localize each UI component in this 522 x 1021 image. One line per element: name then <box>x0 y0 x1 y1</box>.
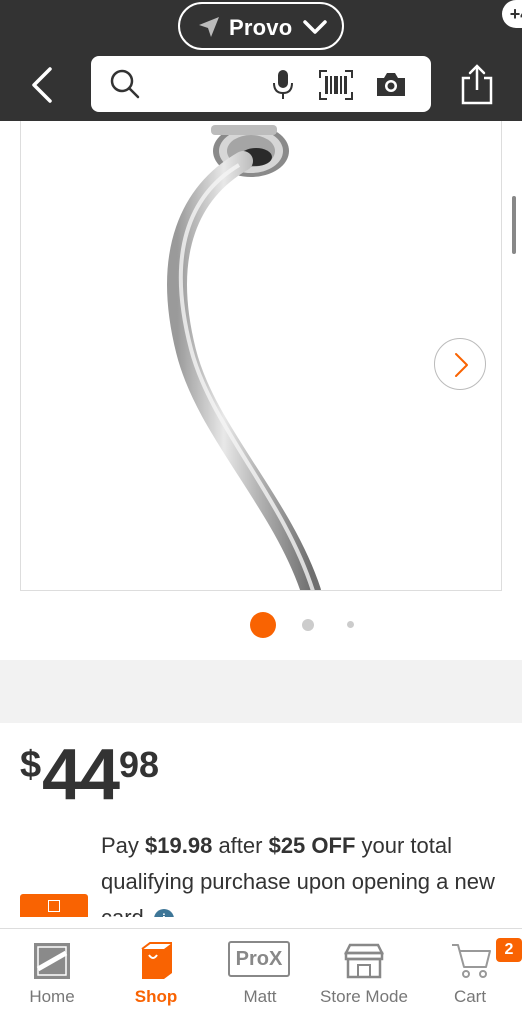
prox-icon: ProX <box>228 941 290 977</box>
carousel-dot[interactable] <box>347 621 354 628</box>
location-arrow-icon <box>199 17 219 37</box>
scroll-indicator[interactable] <box>512 196 516 254</box>
info-icon[interactable]: i <box>153 909 174 917</box>
nav-shop[interactable]: Shop <box>104 929 208 1021</box>
nav-store-mode[interactable]: Store Mode <box>312 929 416 1021</box>
image-carousel-dots <box>0 610 522 640</box>
credit-card-promo[interactable]: Pay $19.98 after $25 OFF your total qual… <box>0 820 522 917</box>
app-header: Provo +4 <box>0 0 522 121</box>
promo-text: Pay $19.98 after $25 OFF your total qual… <box>101 828 501 917</box>
nav-label: Matt <box>243 987 277 1006</box>
chevron-down-icon <box>303 20 327 34</box>
home-depot-logo-icon <box>34 943 70 979</box>
barcode-scan-icon[interactable] <box>319 70 353 100</box>
nav-prox-account[interactable]: ProX Matt <box>208 929 312 1021</box>
product-image[interactable] <box>20 121 502 591</box>
search-icon <box>110 69 140 99</box>
shop-bag-icon <box>141 942 172 979</box>
share-icon[interactable] <box>458 62 496 106</box>
curved-shower-rod-image <box>167 125 321 590</box>
promo-text-part: after <box>212 833 269 858</box>
cart-icon <box>452 944 491 978</box>
promo-amount: $19.98 <box>145 833 213 858</box>
promo-discount: $25 OFF <box>268 833 356 858</box>
nearby-stores-badge: +4 <box>502 0 522 28</box>
cart-count-badge: 2 <box>496 938 522 962</box>
chevron-right-icon <box>455 353 468 377</box>
price-cents: 98 <box>119 744 160 785</box>
promo-text-part: Pay <box>101 833 146 858</box>
nav-label: Store Mode <box>320 987 408 1006</box>
back-arrow-icon[interactable] <box>26 63 60 107</box>
nav-home[interactable]: Home <box>0 929 104 1021</box>
nav-label: Shop <box>134 987 178 1006</box>
carousel-dot-active[interactable] <box>250 612 276 638</box>
bottom-navigation: Home Shop ProX Matt Store Mode Cart <box>0 928 522 1020</box>
search-input[interactable] <box>91 56 431 112</box>
store-icon <box>343 943 385 979</box>
store-location-name: Provo <box>229 15 293 40</box>
microphone-icon[interactable] <box>271 68 295 102</box>
store-location-selector[interactable]: Provo +4 <box>178 0 522 50</box>
credit-card-image <box>20 894 88 917</box>
nav-label: Home <box>29 987 75 1006</box>
camera-icon[interactable] <box>375 70 407 98</box>
nav-label: Cart <box>453 987 487 1006</box>
carousel-dot[interactable] <box>302 619 314 631</box>
price-currency: $ <box>20 744 42 786</box>
section-divider <box>0 660 522 723</box>
next-image-button[interactable] <box>434 338 486 390</box>
price-dollars: 44 <box>42 735 120 815</box>
